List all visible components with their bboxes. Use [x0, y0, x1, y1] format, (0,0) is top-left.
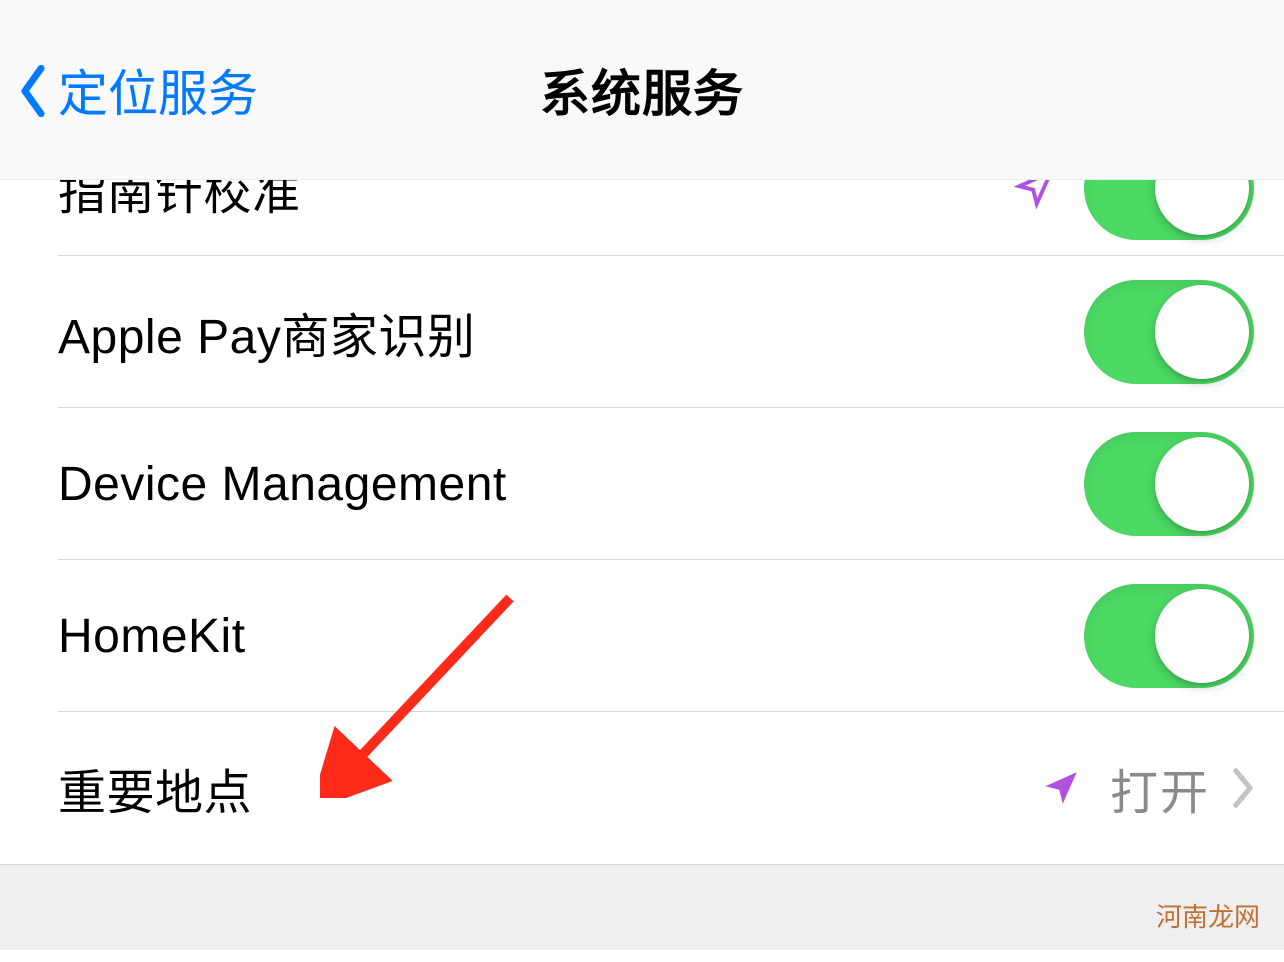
nav-header: 定位服务 系统服务 — [0, 0, 1284, 180]
list-footer: 河南龙网 — [0, 864, 1284, 950]
settings-list: 指南针校准 Apple Pay商家识别 Device Management Ho… — [0, 180, 1284, 864]
row-label: Device Management — [58, 457, 1084, 512]
watermark: 河南龙网 — [1156, 897, 1260, 934]
row-homekit[interactable]: HomeKit — [0, 560, 1284, 712]
back-label: 定位服务 — [58, 54, 258, 126]
toggle-apple-pay-merchant[interactable] — [1084, 280, 1254, 384]
row-compass-calibration[interactable]: 指南针校准 — [0, 180, 1284, 256]
toggle-homekit[interactable] — [1084, 584, 1254, 688]
row-label: Apple Pay商家识别 — [58, 297, 1084, 367]
toggle-knob — [1155, 285, 1249, 379]
chevron-right-icon — [1232, 768, 1254, 808]
toggle-compass-calibration[interactable] — [1084, 180, 1254, 240]
toggle-device-management[interactable] — [1084, 432, 1254, 536]
row-device-management[interactable]: Device Management — [0, 408, 1284, 560]
toggle-knob — [1155, 180, 1249, 235]
chevron-left-icon — [18, 65, 48, 117]
row-label: 指南针校准 — [58, 180, 1014, 223]
location-arrow-filled-icon — [1040, 767, 1082, 809]
row-significant-locations[interactable]: 重要地点 打开 — [0, 712, 1284, 864]
location-arrow-outline-icon — [1014, 180, 1056, 209]
row-label: 重要地点 — [58, 753, 1040, 823]
toggle-knob — [1155, 437, 1249, 531]
row-value: 打开 — [1110, 753, 1210, 823]
toggle-knob — [1155, 589, 1249, 683]
back-button[interactable]: 定位服务 — [18, 54, 258, 126]
row-apple-pay-merchant[interactable]: Apple Pay商家识别 — [0, 256, 1284, 408]
row-label: HomeKit — [58, 609, 1084, 664]
